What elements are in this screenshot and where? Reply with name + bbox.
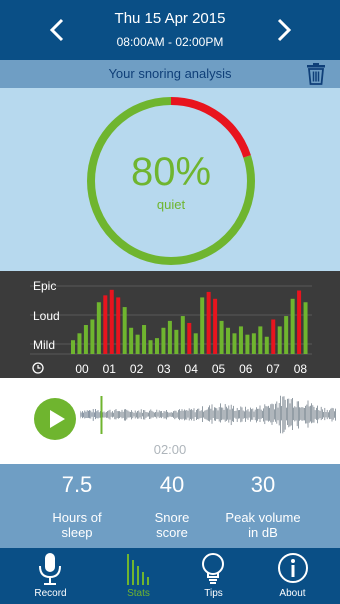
snore-bar [148, 340, 153, 354]
chevron-right-icon[interactable] [271, 16, 295, 44]
stat-label: Hours of sleep [52, 510, 102, 540]
snore-bar [245, 334, 250, 354]
x-tick-label: 06 [239, 362, 253, 376]
nav-record[interactable]: Record [8, 548, 93, 604]
recording-player: 02:00 [0, 378, 340, 464]
snore-bar [277, 326, 282, 354]
snore-bar [174, 329, 179, 354]
snore-bar [116, 297, 121, 354]
snore-bar [103, 295, 108, 354]
snore-timeline-chart: 00 01 02 03 04 05 06 07 08 Epic Loud Mild [0, 271, 340, 378]
snore-bar [226, 327, 231, 354]
snore-bar [167, 320, 172, 354]
nav-about[interactable]: About [250, 548, 335, 604]
nav-stats[interactable]: Stats [96, 548, 181, 604]
microphone-icon [39, 553, 61, 585]
snore-bar [232, 333, 237, 354]
elapsed-time: 02:00 [153, 442, 187, 457]
snore-bar [135, 334, 140, 354]
quiet-ring-panel: 80% quiet [0, 88, 340, 271]
x-tick-label: 07 [266, 362, 280, 376]
x-tick-label: 04 [185, 362, 199, 376]
nav-label: Tips [204, 588, 223, 599]
stats-summary: 7.5 Hours of sleep 40 Snore score 30 Peak … [0, 464, 340, 548]
analysis-title: Your snoring analysis [108, 66, 232, 81]
stat-label: Peak volume in dB [225, 510, 301, 540]
snore-bar [219, 320, 224, 354]
snore-bar [200, 297, 205, 354]
snore-bar [271, 319, 276, 354]
snore-bar [109, 289, 114, 354]
snore-bar [161, 327, 166, 354]
nav-label: About [279, 588, 306, 599]
trash-icon[interactable] [306, 63, 326, 85]
y-level-epic: Epic [33, 279, 57, 293]
snore-bar [77, 333, 82, 354]
waveform[interactable] [80, 392, 336, 438]
quiet-percent: 80% [130, 150, 212, 194]
nav-label: Stats [127, 588, 150, 599]
snore-bar [83, 325, 88, 354]
snore-bar [129, 327, 134, 354]
nav-tips[interactable]: Tips [171, 548, 256, 604]
analysis-title-bar: Your snoring analysis [0, 60, 340, 88]
x-tick-label: 05 [212, 362, 226, 376]
snore-bar [238, 326, 243, 354]
snore-bar [258, 326, 263, 354]
snore-bar [122, 307, 127, 354]
stats-icon [127, 554, 149, 585]
snore-bar [154, 338, 159, 354]
snore-bar [251, 333, 256, 354]
snore-bar [290, 298, 295, 354]
snore-bar [71, 340, 76, 354]
snore-bar [193, 333, 198, 354]
snore-bar [303, 302, 308, 354]
snore-bar [90, 319, 95, 354]
lightbulb-icon [202, 553, 224, 584]
clock-icon [32, 362, 44, 374]
snore-bar [206, 291, 211, 354]
quiet-label: quiet [156, 197, 186, 212]
snore-bar [264, 336, 269, 354]
snore-bar [213, 298, 218, 354]
date-header: Thu 15 Apr 2015 08:00AM - 02:00PM [0, 0, 340, 60]
stat-value: 30 [250, 472, 276, 497]
snore-bar [96, 302, 101, 354]
snore-bar [180, 316, 185, 354]
x-tick-label: 03 [157, 362, 171, 376]
snore-bar [142, 325, 147, 354]
snore-bar [187, 322, 192, 354]
x-tick-label: 01 [103, 362, 117, 376]
x-tick-label: 02 [130, 362, 144, 376]
play-icon[interactable] [34, 398, 76, 440]
x-tick-label: 00 [75, 362, 89, 376]
snore-bar [297, 290, 302, 354]
y-level-mild: Mild [33, 338, 56, 352]
playhead[interactable] [100, 396, 103, 434]
info-icon [278, 553, 308, 583]
bottom-nav: Record Stats Tips About [0, 548, 340, 604]
stat-value: 7.5 [61, 472, 93, 497]
snore-bar [284, 316, 289, 354]
y-level-loud: Loud [33, 309, 60, 323]
x-tick-label: 08 [294, 362, 308, 376]
nav-label: Record [34, 588, 67, 599]
